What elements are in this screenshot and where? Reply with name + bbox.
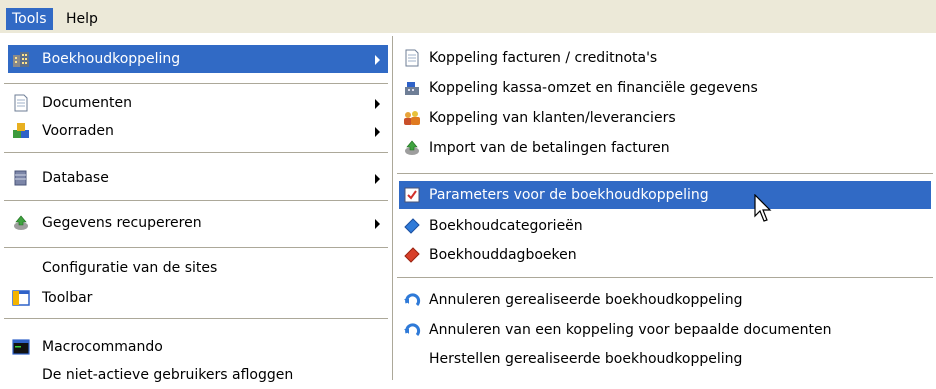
submenu-item-label: Herstellen gerealiseerde boekhoudkoppeli… (429, 351, 743, 367)
submenu-item-parameters[interactable]: Parameters voor de boekhoudkoppeling (399, 181, 931, 209)
submenu-arrow-icon (375, 127, 380, 137)
separator (4, 83, 388, 84)
undo-icon (404, 293, 421, 307)
cashregister-icon (405, 82, 419, 95)
submenu-item-herstellen[interactable]: Herstellen gerealiseerde boekhoudkoppeli… (399, 345, 931, 373)
mouse-pointer-icon (754, 194, 772, 222)
document-icon (405, 49, 419, 67)
submenu-item-label: Parameters voor de boekhoudkoppeling (429, 187, 709, 203)
menu-item-gebruikers-afloggen[interactable]: De niet-actieve gebruikers afloggen (8, 361, 388, 389)
undo-icon (404, 323, 421, 337)
menu-item-database[interactable]: Database (8, 164, 388, 192)
submenu-arrow-icon (375, 55, 380, 65)
menu-item-label: Database (42, 170, 109, 186)
import-icon (405, 140, 419, 155)
checklist-icon (404, 187, 420, 203)
menu-item-macrocommando[interactable]: Macrocommando (8, 333, 388, 361)
database-icon (14, 170, 27, 186)
submenu-item-kassa-omzet[interactable]: Koppeling kassa-omzet en financiële gege… (399, 74, 931, 102)
menu-bar: Tools Help (0, 0, 936, 33)
menu-item-label: De niet-actieve gebruikers afloggen (42, 367, 294, 383)
building-icon (13, 52, 29, 67)
submenu-item-label: Annuleren van een koppeling voor bepaald… (429, 322, 832, 338)
stock-icon (13, 123, 29, 138)
menu-item-label: Gegevens recupereren (42, 215, 202, 231)
submenu-item-boekhouddagboeken[interactable]: Boekhouddagboeken (399, 241, 931, 269)
document-icon (14, 94, 28, 112)
submenu-item-boekhoudcategorieen[interactable]: Boekhoudcategorieën (399, 212, 931, 240)
menu-item-voorraden[interactable]: Voorraden (8, 117, 388, 145)
menu-item-documenten[interactable]: Documenten (8, 89, 388, 117)
menu-item-label: Voorraden (42, 123, 114, 139)
boekhoudkoppeling-submenu: Koppeling facturen / creditnota's Koppel… (392, 36, 936, 380)
menu-item-label: Configuratie van de sites (42, 260, 218, 276)
menu-item-label: Documenten (42, 95, 133, 111)
submenu-item-label: Koppeling facturen / creditnota's (429, 50, 658, 66)
submenu-item-label: Koppeling kassa-omzet en financiële gege… (429, 80, 758, 96)
submenu-arrow-icon (375, 219, 380, 229)
separator (4, 318, 388, 319)
submenu-item-label: Koppeling van klanten/leveranciers (429, 110, 676, 126)
submenu-item-label: Boekhouddagboeken (429, 247, 577, 263)
separator (4, 152, 388, 153)
submenu-arrow-icon (375, 99, 380, 109)
submenu-item-import-betalingen[interactable]: Import van de betalingen facturen (399, 134, 931, 162)
submenu-item-facturen[interactable]: Koppeling facturen / creditnota's (399, 44, 931, 72)
submenu-item-label: Boekhoudcategorieën (429, 218, 583, 234)
red-book-icon (404, 247, 420, 263)
toolbar-icon (12, 290, 30, 306)
terminal-icon (12, 339, 30, 355)
submenu-item-label: Import van de betalingen facturen (429, 140, 670, 156)
separator (4, 247, 388, 248)
recover-icon (14, 215, 28, 230)
separator (397, 277, 933, 278)
blue-book-icon (404, 218, 420, 234)
menu-tools[interactable]: Tools (6, 8, 53, 30)
people-icon (404, 111, 420, 125)
separator (397, 173, 933, 174)
menu-item-label: Toolbar (42, 290, 93, 306)
submenu-item-annuleren-documenten[interactable]: Annuleren van een koppeling voor bepaald… (399, 316, 931, 344)
menu-item-label: Boekhoudkoppeling (42, 51, 181, 67)
separator (4, 200, 388, 201)
submenu-item-label: Annuleren gerealiseerde boekhoudkoppelin… (429, 292, 743, 308)
submenu-item-klanten-leveranciers[interactable]: Koppeling van klanten/leveranciers (399, 104, 931, 132)
tools-menu: Boekhoudkoppeling Documenten Voorraden D… (0, 36, 392, 383)
menu-item-gegevens-recupereren[interactable]: Gegevens recupereren (8, 209, 388, 237)
menu-item-label: Macrocommando (42, 339, 163, 355)
menu-item-configuratie-sites[interactable]: Configuratie van de sites (8, 254, 388, 282)
submenu-arrow-icon (375, 174, 380, 184)
submenu-item-annuleren-gerealiseerd[interactable]: Annuleren gerealiseerde boekhoudkoppelin… (399, 286, 931, 314)
menu-item-boekhoudkoppeling[interactable]: Boekhoudkoppeling (8, 45, 388, 73)
menu-item-toolbar[interactable]: Toolbar (8, 284, 388, 312)
menu-help[interactable]: Help (60, 8, 104, 30)
